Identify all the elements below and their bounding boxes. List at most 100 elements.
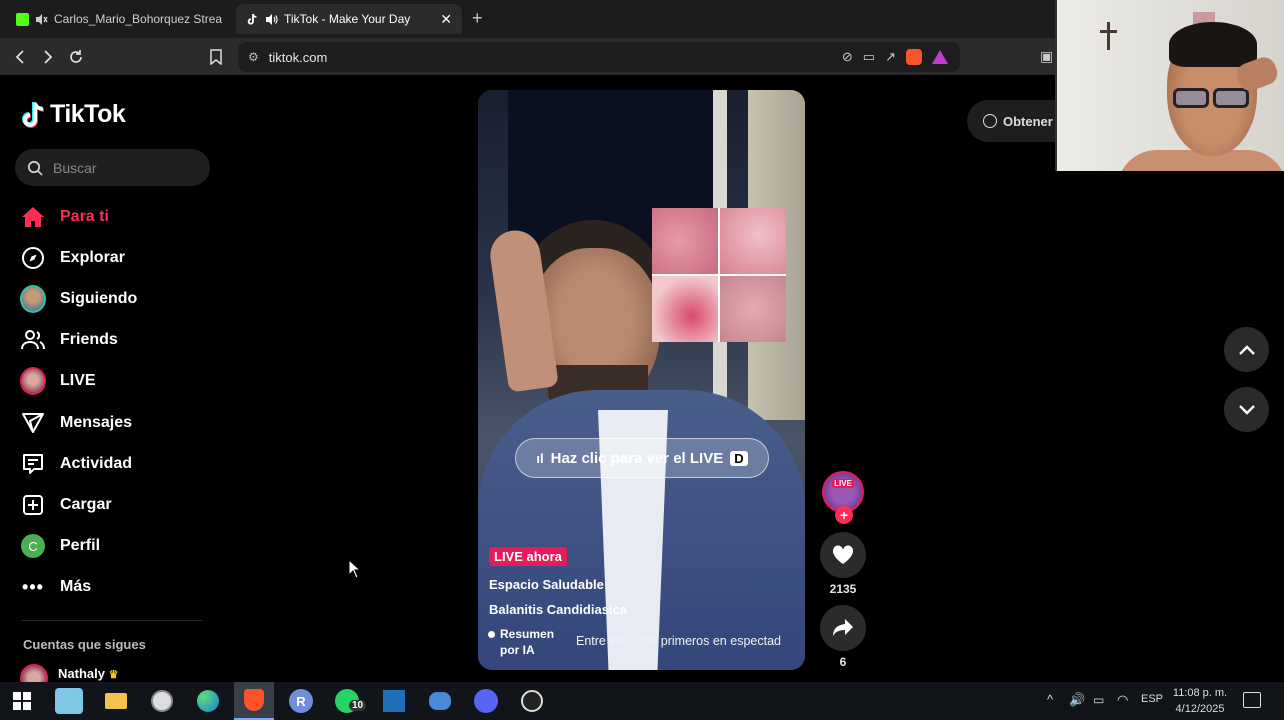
sidebar-item-label: Explorar <box>60 249 125 266</box>
dot-icon <box>488 631 495 638</box>
live-title: Espacio Saludable <box>489 577 604 592</box>
r-app-icon[interactable]: R <box>287 688 315 714</box>
profile-icon: C <box>20 533 46 559</box>
close-tab-icon[interactable]: ✕ <box>440 11 452 28</box>
like-count: 2135 <box>829 582 857 596</box>
sidebar-item-live[interactable]: LIVE <box>20 366 96 396</box>
compass-icon <box>20 245 46 271</box>
sidebar-item-mas[interactable]: ••• Más <box>20 572 91 602</box>
tab-label: TikTok - Make Your Day <box>284 12 411 26</box>
file-explorer-icon[interactable] <box>102 688 130 714</box>
tray-chevron-up-icon[interactable]: ^ <box>1047 692 1053 707</box>
sidebar-item-perfil[interactable]: C Perfil <box>20 531 100 561</box>
live-video-card[interactable]: ıl Haz clic para ver el LIVE D LIVE ahor… <box>478 90 805 670</box>
sidebar-item-label: LIVE <box>60 372 96 389</box>
crown-icon: ♛ <box>108 669 119 681</box>
sidebar-item-mensajes[interactable]: Mensajes <box>20 408 132 438</box>
sidebar-item-label: Cargar <box>60 496 112 513</box>
ai-summary[interactable]: Resumen por IA <box>488 626 570 658</box>
upload-icon <box>20 492 46 518</box>
sidebar-item-label: Más <box>60 578 92 595</box>
gamepad-icon[interactable] <box>426 688 454 714</box>
send-icon <box>20 410 46 436</box>
clock-date: 4/12/2025 <box>1175 703 1225 715</box>
sidebar-divider <box>22 620 202 621</box>
webcam-overlay <box>1055 0 1284 171</box>
notifications-icon[interactable] <box>1243 692 1261 708</box>
mouse-cursor-icon <box>348 559 361 579</box>
volume-icon[interactable]: 🔊 <box>1069 692 1085 708</box>
ai-summary-label: Resumen por IA <box>500 627 555 657</box>
tab-label: Carlos_Mario_Bohorquez Stream <box>54 12 222 26</box>
tab-tiktok[interactable]: TikTok - Make Your Day ✕ <box>236 4 462 34</box>
brave-taskbar-icon[interactable] <box>234 682 274 720</box>
sidebar-item-friends[interactable]: Friends <box>20 325 118 355</box>
following-header: Cuentas que sigues <box>23 637 146 652</box>
watch-live-button[interactable]: ıl Haz clic para ver el LIVE D <box>515 438 769 478</box>
sidebar-item-label: Para ti <box>60 208 109 225</box>
search-box[interactable]: Buscar <box>15 149 210 186</box>
edge-icon[interactable] <box>194 688 222 714</box>
new-tab-icon[interactable]: + <box>472 8 483 29</box>
address-bar[interactable]: ⚙ tiktok.com ⊘ ▭ ↗ <box>238 42 960 72</box>
tiktok-logo-icon <box>22 100 45 128</box>
kick-icon <box>16 12 29 26</box>
bookmark-icon[interactable] <box>204 46 228 68</box>
discord-icon[interactable] <box>472 688 500 714</box>
previous-video-button[interactable] <box>1224 327 1269 372</box>
windows-start-icon[interactable] <box>8 688 36 714</box>
get-app-label: Obtener <box>1003 113 1053 129</box>
whatsapp-icon[interactable]: 10 <box>333 688 367 714</box>
whatsapp-badge: 10 <box>349 700 367 711</box>
code-editor-icon[interactable] <box>380 688 408 714</box>
wifi-icon[interactable]: ◠ <box>1117 692 1128 708</box>
sidebar-item-para-ti[interactable]: Para ti <box>20 202 109 232</box>
obs-icon[interactable] <box>518 688 546 714</box>
share-count: 6 <box>839 655 847 669</box>
reload-icon[interactable] <box>64 46 88 68</box>
medical-image-grid <box>652 208 786 342</box>
share-icon[interactable]: ↗ <box>885 49 896 65</box>
muted-icon <box>35 13 48 26</box>
friends-icon <box>20 327 46 353</box>
search-placeholder: Buscar <box>53 159 97 176</box>
brave-shield-icon[interactable] <box>906 49 922 65</box>
notepad-icon[interactable] <box>55 688 83 714</box>
sidebar-item-explorar[interactable]: Explorar <box>20 243 125 273</box>
sidebar-toggle-icon[interactable]: ▣ <box>1040 48 1053 65</box>
next-video-button[interactable] <box>1224 387 1269 432</box>
brave-rewards-icon[interactable] <box>932 50 948 64</box>
like-button[interactable] <box>820 532 866 578</box>
chevron-up-icon <box>1238 344 1255 355</box>
sidebar-item-actividad[interactable]: Actividad <box>20 449 132 479</box>
live-ring-label: LIVE <box>832 478 854 488</box>
sidebar-item-label: Siguiendo <box>60 290 138 307</box>
language-indicator[interactable]: ESP <box>1141 693 1163 705</box>
url-text: tiktok.com <box>268 49 328 65</box>
sidebar-item-siguiendo[interactable]: Siguiendo <box>20 284 137 314</box>
back-icon[interactable] <box>8 46 32 68</box>
clock[interactable]: 11:08 p. m. 4/12/2025 <box>1172 685 1228 717</box>
heart-icon <box>832 545 854 564</box>
tiktok-logo[interactable]: TikTok <box>22 100 126 129</box>
reader-mode-icon[interactable]: ⊘ <box>842 49 853 65</box>
home-icon <box>20 204 46 230</box>
live-avatar-icon <box>20 367 46 395</box>
follow-plus-icon[interactable]: + <box>835 506 853 524</box>
battery-icon[interactable]: ▭ <box>1093 693 1104 707</box>
cast-icon[interactable]: ▭ <box>863 49 875 65</box>
chevron-down-icon <box>1238 404 1255 415</box>
keyboard-key-badge: D <box>730 450 748 466</box>
forward-icon[interactable] <box>36 46 60 68</box>
clock-app-icon[interactable] <box>148 688 176 714</box>
live-now-badge: LIVE ahora <box>489 547 567 566</box>
tab-kick-stream[interactable]: Carlos_Mario_Bohorquez Stream <box>6 4 232 34</box>
site-settings-icon[interactable]: ⚙ <box>248 50 259 64</box>
sidebar-item-label: Perfil <box>60 537 101 554</box>
share-button[interactable] <box>820 605 866 651</box>
tiktok-wordmark: TikTok <box>50 100 126 128</box>
windows-taskbar: R 10 ^ 🔊 ▭ ◠ ESP 11:08 p. m. 4/12/2025 <box>0 682 1284 720</box>
tiktok-favicon <box>246 13 259 26</box>
sidebar-item-label: Friends <box>60 331 118 348</box>
sidebar-item-cargar[interactable]: Cargar <box>20 490 112 520</box>
